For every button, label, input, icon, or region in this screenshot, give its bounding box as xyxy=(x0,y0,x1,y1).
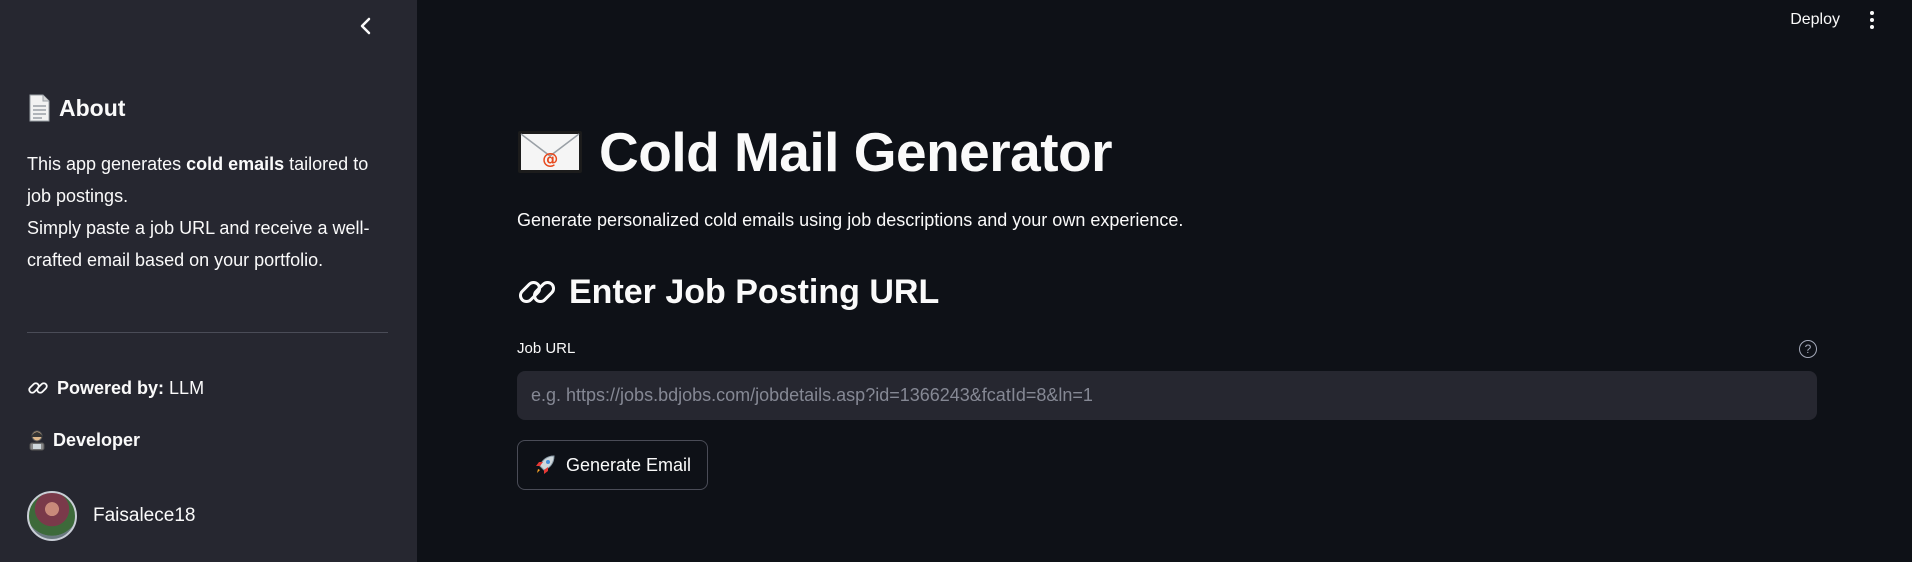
link-icon xyxy=(28,382,48,394)
developer-icon xyxy=(29,430,45,451)
job-url-label: Job URL xyxy=(517,340,576,357)
generate-email-button[interactable]: Generate Email xyxy=(517,440,709,490)
sidebar-divider xyxy=(27,332,388,333)
avatar xyxy=(27,491,77,541)
collapse-sidebar-button[interactable] xyxy=(352,12,380,40)
svg-text:@: @ xyxy=(542,149,558,168)
job-url-input[interactable] xyxy=(517,371,1817,420)
rocket-icon xyxy=(536,455,555,474)
about-heading: About xyxy=(27,94,125,122)
section-title-text: Enter Job Posting URL xyxy=(569,272,940,311)
powered-label: Powered by: xyxy=(57,377,165,398)
about-description: This app generates cold emails tailored … xyxy=(27,148,387,276)
more-vertical-icon xyxy=(1870,11,1874,15)
main-menu-button[interactable] xyxy=(1862,8,1882,32)
powered-value: LLM xyxy=(169,377,205,398)
document-icon xyxy=(29,94,50,122)
page-subtitle: Generate personalized cold emails using … xyxy=(517,210,1184,230)
developer-title: Developer xyxy=(53,429,141,450)
chevron-left-icon xyxy=(360,17,371,35)
about-title: About xyxy=(59,94,126,121)
powered-by: Powered by: LLM xyxy=(27,377,204,399)
link-icon xyxy=(518,280,556,304)
about-line2: Simply paste a job URL and receive a wel… xyxy=(27,218,370,270)
developer-profile[interactable]: Faisalece18 xyxy=(27,491,195,541)
about-bold: cold emails xyxy=(186,154,285,174)
main-content: @ Cold Mail Generator Generate personali… xyxy=(517,0,1817,562)
page-title: @ Cold Mail Generator xyxy=(517,120,1113,184)
developer-name: Faisalece18 xyxy=(93,505,196,526)
developer-heading: Developer xyxy=(27,429,140,451)
sidebar: About This app generates cold emails tai… xyxy=(0,0,417,562)
about-intro: This app generates xyxy=(27,154,187,174)
section-title: Enter Job Posting URL xyxy=(517,272,939,312)
app-root: About This app generates cold emails tai… xyxy=(0,0,1912,562)
page-title-text: Cold Mail Generator xyxy=(599,121,1113,183)
envelope-icon: @ xyxy=(518,131,582,173)
generate-email-label: Generate Email xyxy=(566,454,692,475)
help-icon[interactable]: ? xyxy=(1799,340,1817,358)
